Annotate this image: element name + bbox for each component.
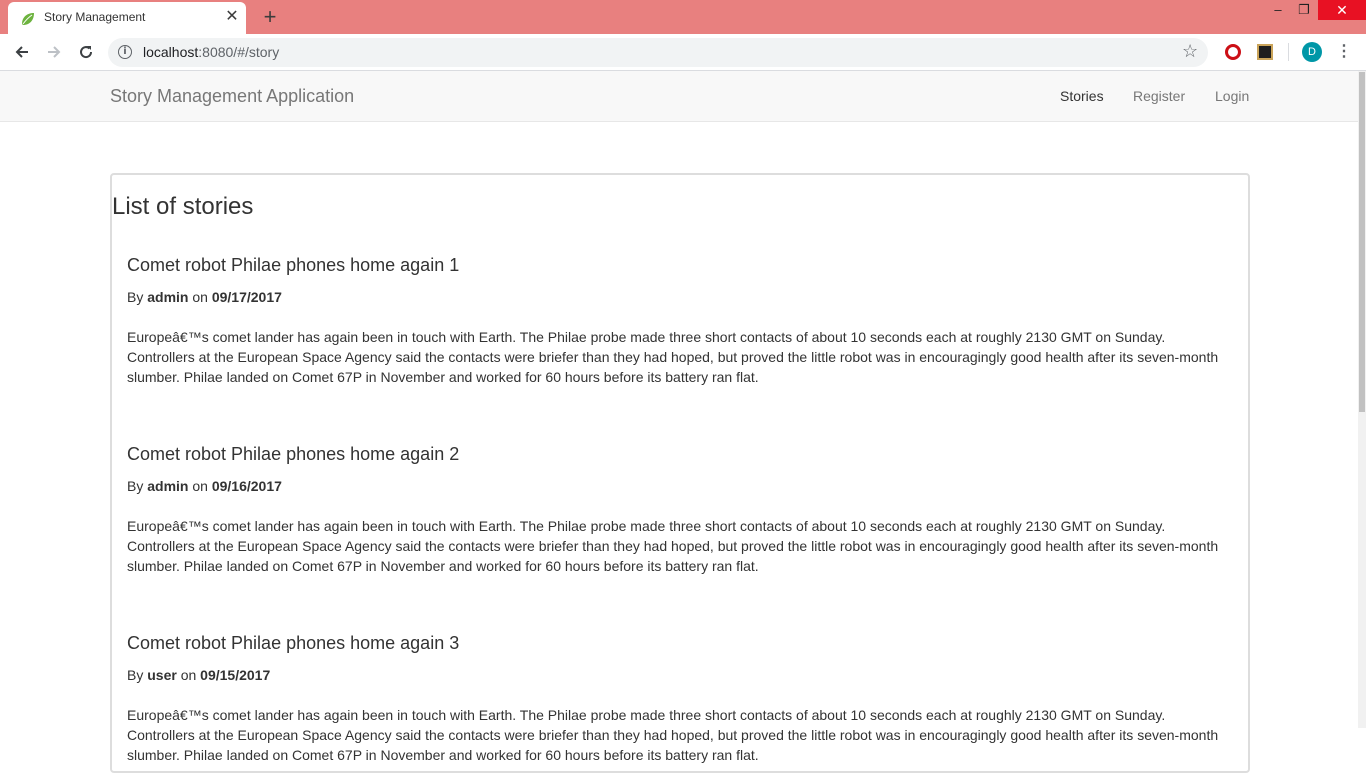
address-bar[interactable]: i localhost:8080/#/story ☆ bbox=[108, 38, 1208, 67]
story-author: user bbox=[147, 667, 177, 683]
story-date: 09/16/2017 bbox=[211, 478, 282, 494]
bookmark-star-icon[interactable]: ☆ bbox=[1182, 41, 1198, 62]
minimize-button[interactable]: – bbox=[1264, 0, 1292, 20]
browser-tabstrip: Story Management ✕ + – ❐ ✕ bbox=[0, 0, 1366, 34]
reload-button[interactable] bbox=[74, 40, 98, 64]
nav-link-login[interactable]: Login bbox=[1215, 88, 1249, 104]
nav-link-stories[interactable]: Stories bbox=[1060, 88, 1104, 104]
story-author: admin bbox=[147, 478, 189, 494]
story-author: admin bbox=[147, 289, 189, 305]
stories-panel: List of stories Comet robot Philae phone… bbox=[110, 173, 1250, 773]
new-tab-button[interactable]: + bbox=[258, 5, 282, 29]
story-meta: By admin on 09/17/2017 bbox=[127, 289, 282, 305]
story-meta: By user on 09/15/2017 bbox=[127, 667, 271, 683]
tab-close-icon[interactable]: ✕ bbox=[224, 9, 240, 25]
scrollbar-thumb[interactable] bbox=[1359, 72, 1365, 412]
url-text[interactable]: localhost:8080/#/story bbox=[143, 44, 279, 60]
story-body: Europeâ€™s comet lander has again been i… bbox=[127, 329, 1219, 385]
opera-extension-icon[interactable] bbox=[1225, 44, 1241, 60]
story-body: Europeâ€™s comet lander has again been i… bbox=[127, 518, 1219, 574]
story-meta: By admin on 09/16/2017 bbox=[127, 478, 282, 494]
story-title[interactable]: Comet robot Philae phones home again 1 bbox=[127, 255, 459, 276]
tab-title: Story Management bbox=[44, 10, 146, 24]
story-body: Europeâ€™s comet lander has again been i… bbox=[127, 707, 1219, 763]
browser-menu-icon[interactable]: ⋮ bbox=[1336, 42, 1352, 62]
story-title[interactable]: Comet robot Philae phones home again 3 bbox=[127, 633, 459, 654]
reload-icon bbox=[80, 46, 93, 59]
arrow-right-icon bbox=[48, 46, 61, 58]
back-button[interactable] bbox=[10, 40, 34, 64]
extension-icon[interactable] bbox=[1257, 44, 1273, 60]
window-close-button[interactable]: ✕ bbox=[1318, 0, 1366, 20]
restore-button[interactable]: ❐ bbox=[1290, 0, 1318, 20]
profile-avatar[interactable]: D bbox=[1302, 42, 1322, 62]
story-title[interactable]: Comet robot Philae phones home again 2 bbox=[127, 444, 459, 465]
story-date: 09/17/2017 bbox=[211, 289, 282, 305]
spring-leaf-icon bbox=[22, 13, 34, 25]
nav-link-register[interactable]: Register bbox=[1133, 88, 1185, 104]
browser-tab[interactable]: Story Management ✕ bbox=[8, 2, 246, 34]
story-date: 09/15/2017 bbox=[200, 667, 271, 683]
navbar-brand[interactable]: Story Management Application bbox=[110, 86, 354, 107]
info-icon[interactable]: i bbox=[118, 45, 132, 59]
toolbar-divider bbox=[1288, 43, 1289, 61]
app-navbar: Story Management Application Stories Reg… bbox=[0, 71, 1358, 122]
forward-button[interactable] bbox=[42, 40, 66, 64]
arrow-left-icon bbox=[15, 46, 28, 58]
panel-title: List of stories bbox=[112, 193, 254, 220]
browser-toolbar: i localhost:8080/#/story ☆ bbox=[0, 34, 1366, 71]
